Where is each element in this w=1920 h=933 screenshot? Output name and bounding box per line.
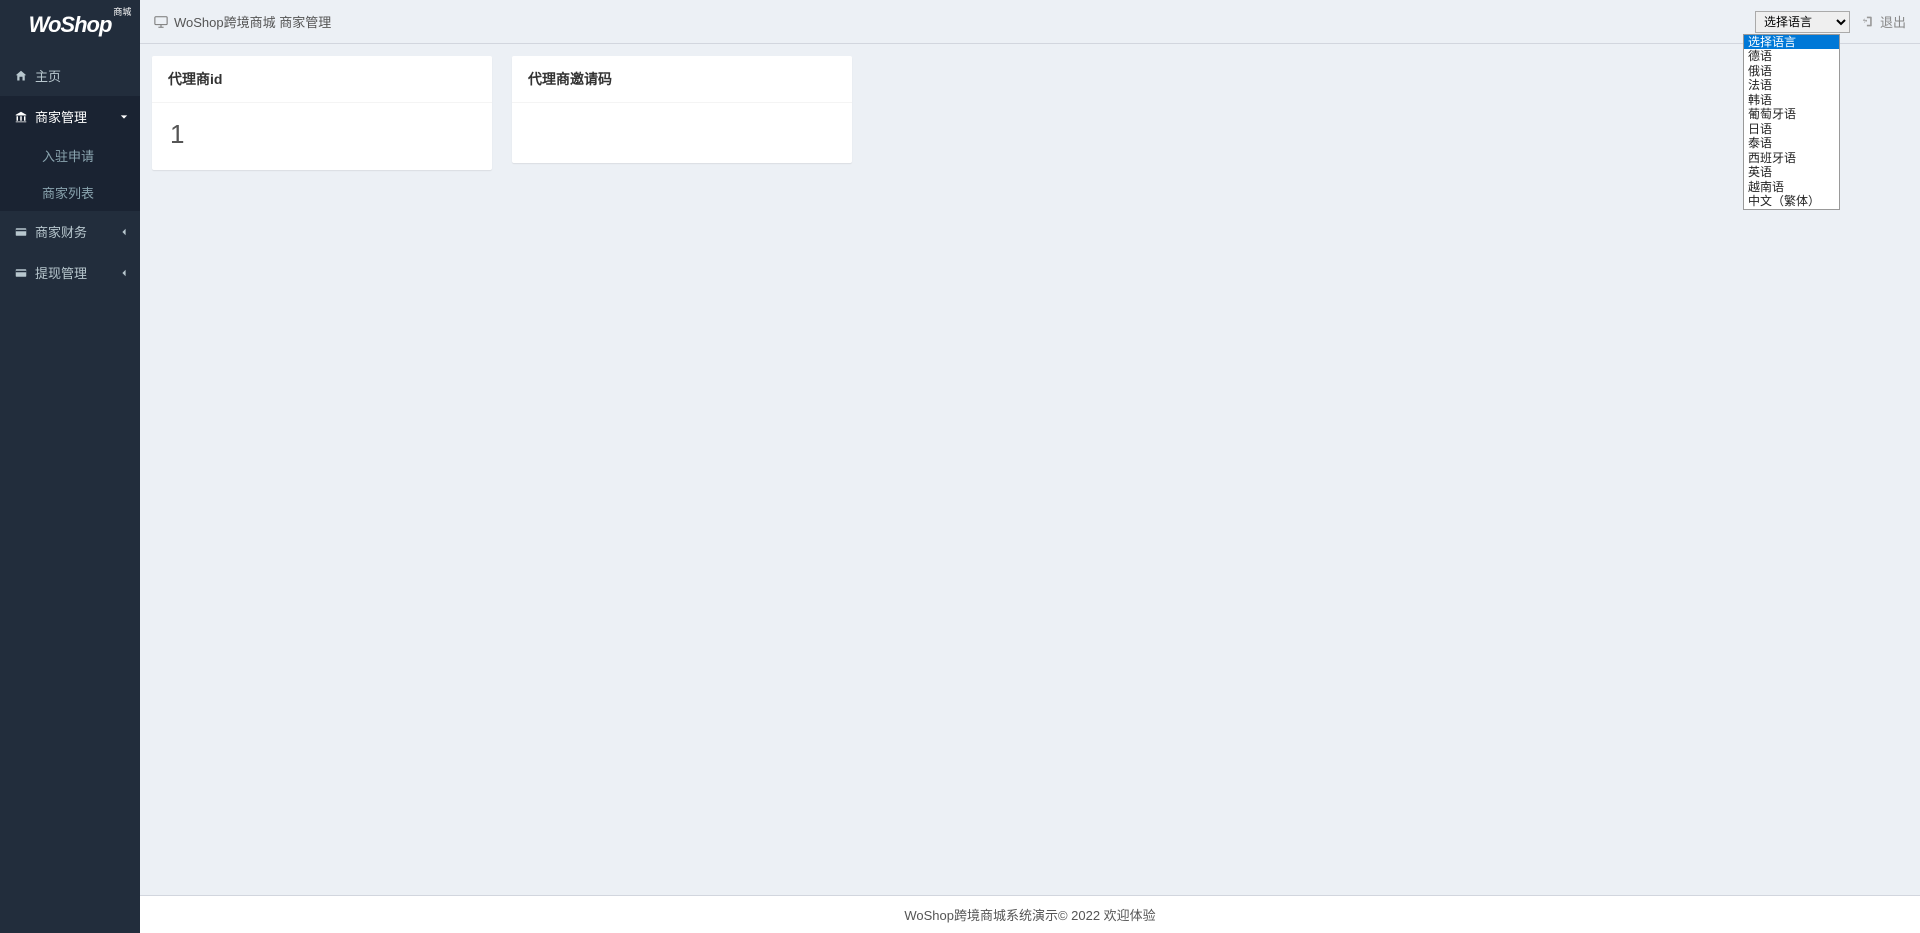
logout-icon: [1862, 15, 1875, 28]
language-option[interactable]: 俄语: [1744, 64, 1839, 79]
card-title: 代理商id: [152, 56, 492, 103]
nav-item-merchant-manage[interactable]: 商家管理: [0, 96, 140, 137]
language-option[interactable]: 选择语言: [1744, 35, 1839, 50]
language-option[interactable]: 泰语: [1744, 136, 1839, 151]
logo-main: WoShop: [29, 12, 112, 37]
nav-label: 主页: [35, 66, 61, 85]
language-option[interactable]: 西班牙语: [1744, 151, 1839, 166]
logout-button[interactable]: 退出: [1862, 12, 1906, 31]
card-title: 代理商邀请码: [512, 56, 852, 103]
header-left: WoShop跨境商城 商家管理: [154, 12, 331, 31]
nav-item-home[interactable]: 主页: [0, 55, 140, 96]
nav-label: 提现管理: [35, 263, 87, 282]
sidebar: WoShop 商城 主页 商家管理 入驻申请 商家列表: [0, 0, 140, 933]
card-icon: [15, 267, 29, 279]
card-value: [512, 103, 852, 163]
language-option[interactable]: 韩语: [1744, 93, 1839, 108]
language-option[interactable]: 法语: [1744, 78, 1839, 93]
chevron-left-icon: [120, 269, 128, 277]
language-option[interactable]: 日语: [1744, 122, 1839, 137]
language-select[interactable]: 选择语言: [1755, 11, 1850, 33]
nav-submenu-merchant: 入驻申请 商家列表: [0, 137, 140, 211]
monitor-icon: [154, 15, 168, 29]
card-value: 1: [152, 103, 492, 170]
language-option[interactable]: 葡萄牙语: [1744, 107, 1839, 122]
logo: WoShop 商城: [0, 0, 140, 50]
nav-label: 商家财务: [35, 222, 87, 241]
header-right: 选择语言 退出 选择语言德语俄语法语韩语葡萄牙语日语泰语西班牙语英语越南语中文（…: [1755, 11, 1906, 33]
nav-subitem-apply[interactable]: 入驻申请: [0, 137, 140, 174]
language-option[interactable]: 中文（繁体）: [1744, 194, 1839, 209]
main-wrapper: WoShop跨境商城 商家管理 选择语言 退出 选择语言德语俄语法语韩语葡萄牙语…: [140, 0, 1920, 933]
top-header: WoShop跨境商城 商家管理 选择语言 退出 选择语言德语俄语法语韩语葡萄牙语…: [140, 0, 1920, 44]
footer-text: WoShop跨境商城系统演示© 2022 欢迎体验: [904, 905, 1155, 924]
card-icon: [15, 226, 29, 238]
chevron-left-icon: [120, 228, 128, 236]
language-option[interactable]: 德语: [1744, 49, 1839, 64]
nav-item-withdraw[interactable]: 提现管理: [0, 252, 140, 293]
nav-subitem-list[interactable]: 商家列表: [0, 174, 140, 211]
content-area: 代理商id 1 代理商邀请码: [140, 44, 1920, 895]
nav-menu: 主页 商家管理 入驻申请 商家列表 商家财务: [0, 50, 140, 293]
chevron-down-icon: [120, 113, 128, 121]
nav-label: 商家管理: [35, 107, 87, 126]
language-option[interactable]: 英语: [1744, 165, 1839, 180]
bank-icon: [15, 111, 29, 123]
language-option[interactable]: 越南语: [1744, 180, 1839, 195]
footer: WoShop跨境商城系统演示© 2022 欢迎体验: [140, 895, 1920, 933]
language-dropdown: 选择语言德语俄语法语韩语葡萄牙语日语泰语西班牙语英语越南语中文（繁体）: [1743, 34, 1840, 210]
home-icon: [15, 70, 29, 82]
nav-item-merchant-finance[interactable]: 商家财务: [0, 211, 140, 252]
logo-sup: 商城: [113, 8, 131, 17]
card-agent-id: 代理商id 1: [152, 56, 492, 170]
card-invite-code: 代理商邀请码: [512, 56, 852, 163]
logout-label: 退出: [1880, 12, 1906, 31]
page-title: WoShop跨境商城 商家管理: [174, 12, 331, 31]
